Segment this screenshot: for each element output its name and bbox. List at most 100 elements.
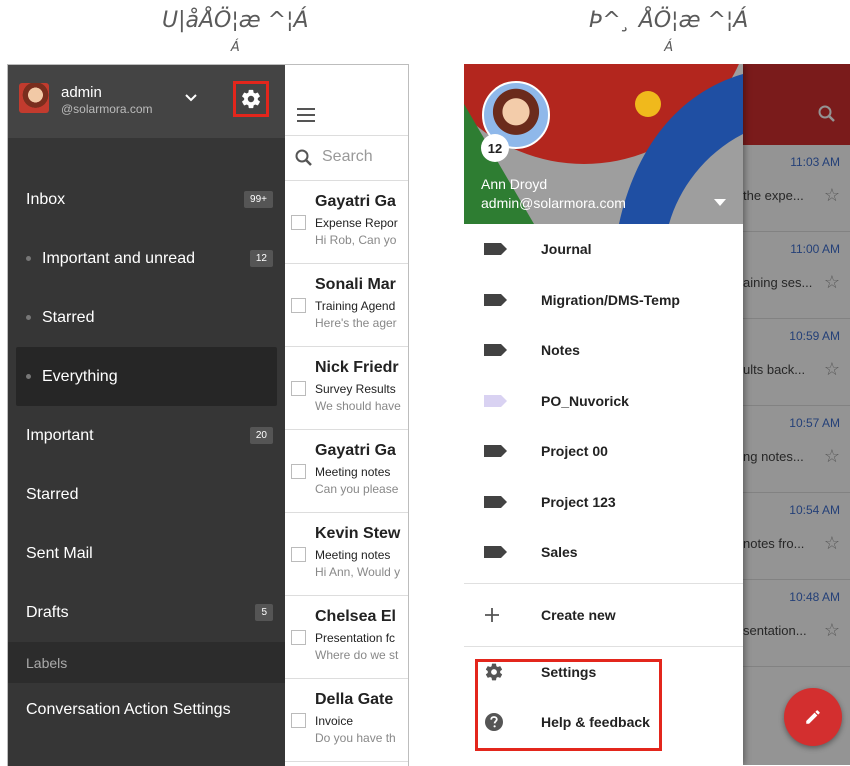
mail-snippet: Do you have th bbox=[315, 731, 396, 745]
list-item[interactable]: Chelsea El Presentation fc Where do we st bbox=[285, 596, 408, 679]
plus-icon bbox=[485, 607, 499, 622]
count-badge: 5 bbox=[255, 604, 273, 621]
select-checkbox[interactable] bbox=[291, 298, 306, 313]
label-name: Project 00 bbox=[541, 443, 608, 460]
labels-section-header: Labels bbox=[8, 642, 285, 683]
mail-snippet: Can you please bbox=[315, 482, 399, 496]
mail-snippet: We should have bbox=[315, 399, 401, 413]
left-nav: Inbox 99+ Important and unread 12 Starred … bbox=[8, 170, 285, 737]
create-new-label: Create new bbox=[541, 606, 616, 623]
bullet-icon bbox=[26, 256, 31, 261]
select-checkbox[interactable] bbox=[291, 713, 306, 728]
nav-label: Inbox bbox=[26, 190, 66, 208]
nav-label: Important bbox=[26, 426, 94, 444]
select-checkbox[interactable] bbox=[291, 464, 306, 479]
nav-starred-sub[interactable]: Starred bbox=[8, 288, 285, 347]
mail-snippet: Hi Rob, Can yo bbox=[315, 233, 397, 247]
drawer-help-feedback[interactable]: Help & feedback bbox=[464, 697, 743, 748]
right-caption: Þ^¸ ÅÖ¦æ ^¦Á Á bbox=[589, 8, 749, 55]
chevron-down-icon[interactable] bbox=[184, 91, 198, 105]
nav-inbox[interactable]: Inbox 99+ bbox=[8, 170, 285, 229]
label-icon bbox=[484, 394, 507, 407]
select-checkbox[interactable] bbox=[291, 381, 306, 396]
label-name: Notes bbox=[541, 342, 580, 359]
nav-sent-mail[interactable]: Sent Mail bbox=[8, 524, 285, 583]
nav-conversation-action-settings[interactable]: Conversation Action Settings bbox=[8, 683, 285, 737]
left-phone-screen: admin @solarmora.com Inbox 99+ Important … bbox=[7, 64, 409, 766]
label-icon bbox=[484, 546, 507, 559]
mail-sender: Chelsea El bbox=[315, 608, 396, 625]
left-sidebar: admin @solarmora.com Inbox 99+ Important … bbox=[8, 65, 285, 766]
list-item[interactable]: Della Gate Invoice Do you have th bbox=[285, 679, 408, 762]
left-caption-title: Ս|åÅÖ¦æ ^¦Á bbox=[162, 8, 309, 33]
user-name: Ann Droyd bbox=[481, 176, 548, 192]
list-item[interactable]: Gayatri Ga Meeting notes Can you please bbox=[285, 430, 408, 513]
drawer-settings[interactable]: Settings bbox=[464, 647, 743, 698]
left-caption-sub: Á bbox=[230, 40, 240, 55]
drawer-label-sales[interactable]: Sales bbox=[464, 527, 743, 578]
nav-label: Sent Mail bbox=[26, 544, 93, 562]
bullet-icon bbox=[26, 315, 31, 320]
mail-snippet: Hi Ann, Would y bbox=[315, 565, 401, 579]
mail-subject: Invoice bbox=[315, 714, 354, 728]
mail-subject: Meeting notes bbox=[315, 548, 391, 562]
nav-drafts[interactable]: Drafts 5 bbox=[8, 583, 285, 642]
select-checkbox[interactable] bbox=[291, 630, 306, 645]
label-name: Project 123 bbox=[541, 493, 616, 510]
nav-important-unread[interactable]: Important and unread 12 bbox=[8, 229, 285, 288]
search-bar[interactable]: Search bbox=[285, 135, 408, 181]
drawer-label-journal[interactable]: Journal bbox=[464, 224, 743, 275]
mail-subject: Training Agend bbox=[315, 299, 396, 313]
drawer-label-migration[interactable]: Migration/DMS-Temp bbox=[464, 275, 743, 326]
list-item[interactable]: Kevin Stew Meeting notes Hi Ann, Would y bbox=[285, 513, 408, 596]
bullet-icon bbox=[26, 374, 31, 379]
select-checkbox[interactable] bbox=[291, 215, 306, 230]
account-header[interactable]: 12 Ann Droyd admin@solarmora.com bbox=[464, 64, 743, 224]
nav-label: Important and unread bbox=[42, 249, 195, 267]
mail-snippet: Here's the ager bbox=[315, 316, 397, 330]
label-icon bbox=[484, 243, 507, 256]
mail-sender: Gayatri Ga bbox=[315, 193, 396, 210]
mail-sender: Sonali Mar bbox=[315, 276, 396, 293]
right-phone-screen: 11:03 AM the expe... ☆ 11:00 AM aining ses.… bbox=[464, 64, 850, 765]
caret-down-icon[interactable] bbox=[714, 199, 726, 207]
nav-everything[interactable]: Everything bbox=[16, 347, 277, 406]
label-icon bbox=[484, 495, 507, 508]
drawer-label-project-00[interactable]: Project 00 bbox=[464, 426, 743, 477]
drawer-label-po-nuvorick[interactable]: PO_Nuvorick bbox=[464, 376, 743, 427]
mail-sender: Della Gate bbox=[315, 691, 394, 708]
list-item[interactable]: Nick Friedr Survey Results We should have bbox=[285, 347, 408, 430]
count-badge: 99+ bbox=[244, 191, 273, 208]
drawer-label-notes[interactable]: Notes bbox=[464, 325, 743, 376]
label-name: PO_Nuvorick bbox=[541, 392, 629, 409]
mail-sender: Nick Friedr bbox=[315, 359, 399, 376]
help-icon bbox=[485, 713, 503, 732]
mail-subject: Survey Results bbox=[315, 382, 396, 396]
user-email: admin@solarmora.com bbox=[481, 195, 626, 211]
list-item[interactable]: Sonali Mar Training Agend Here's the ager bbox=[285, 264, 408, 347]
nav-important[interactable]: Important 20 bbox=[8, 406, 285, 465]
account-header[interactable]: admin @solarmora.com bbox=[8, 65, 285, 138]
right-caption-title: Þ^¸ ÅÖ¦æ ^¦Á bbox=[589, 8, 749, 33]
label-list: Journal Migration/DMS-Temp Notes PO_Nuvo… bbox=[464, 224, 743, 748]
nav-starred[interactable]: Starred bbox=[8, 465, 285, 524]
list-item[interactable]: Gayatri Ga Expense Repor Hi Rob, Can yo bbox=[285, 181, 408, 264]
unread-count-badge: 12 bbox=[481, 134, 509, 162]
nav-label: Conversation Action Settings bbox=[26, 701, 231, 718]
account-name: admin bbox=[61, 84, 102, 101]
drawer-label-project-123[interactable]: Project 123 bbox=[464, 477, 743, 528]
drawer-scrim[interactable] bbox=[743, 64, 850, 765]
settings-button[interactable] bbox=[233, 81, 269, 117]
left-caption: Ս|åÅÖ¦æ ^¦Á Á bbox=[162, 8, 309, 55]
count-badge: 20 bbox=[249, 427, 273, 444]
nav-label: Starred bbox=[26, 485, 79, 503]
select-checkbox[interactable] bbox=[291, 547, 306, 562]
help-feedback-label: Help & feedback bbox=[541, 714, 650, 731]
gear-icon bbox=[242, 89, 260, 109]
avatar[interactable] bbox=[19, 83, 49, 113]
hamburger-icon[interactable] bbox=[297, 107, 317, 123]
search-input[interactable]: Search bbox=[322, 148, 373, 166]
compose-button[interactable] bbox=[784, 688, 842, 746]
right-caption-sub: Á bbox=[664, 40, 674, 55]
create-new-label-button[interactable]: Create new bbox=[464, 584, 743, 646]
